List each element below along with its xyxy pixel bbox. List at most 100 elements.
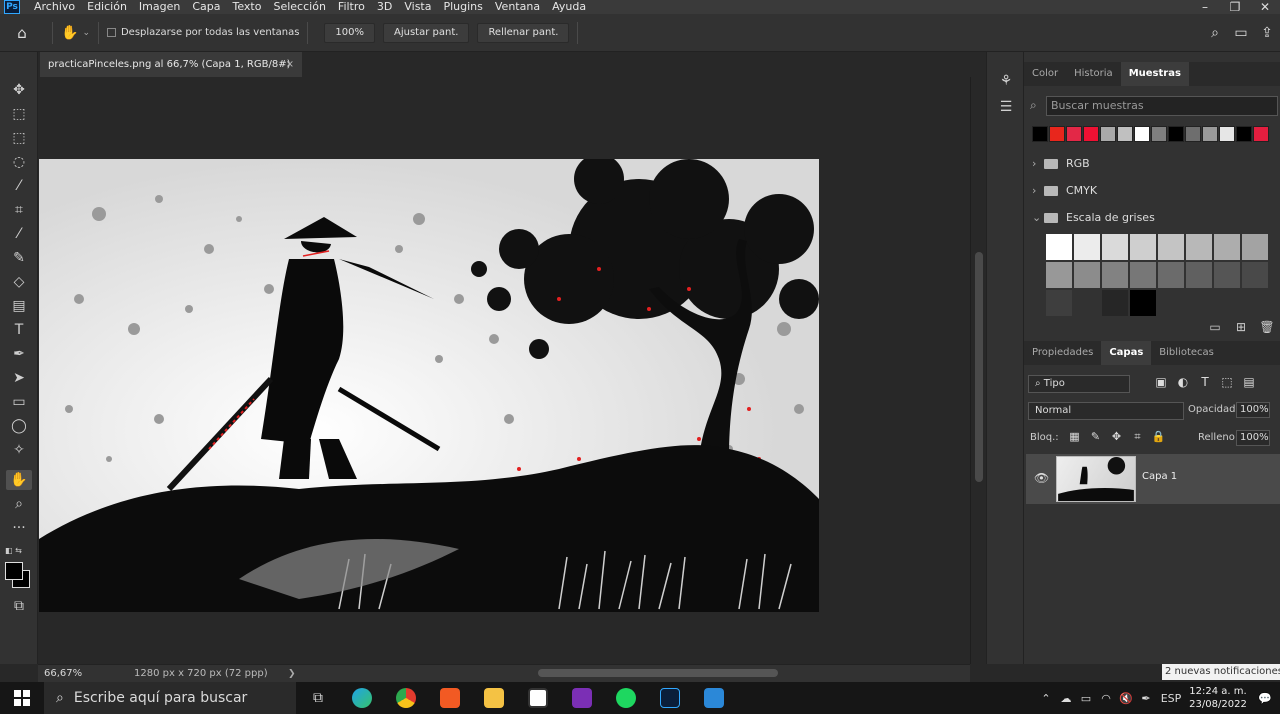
chrome-icon[interactable]	[384, 682, 428, 714]
swatch-search-input[interactable]: Buscar muestras	[1046, 96, 1278, 116]
color-swatch[interactable]	[1134, 126, 1150, 142]
trash-icon[interactable]: 🗑	[1254, 320, 1280, 334]
more-tools-icon[interactable]: ···	[6, 518, 32, 538]
onenote-icon[interactable]	[560, 682, 604, 714]
gradient-tool-icon[interactable]: ▤	[6, 296, 32, 316]
gray-swatch[interactable]	[1214, 262, 1240, 288]
gray-swatch[interactable]	[1158, 262, 1184, 288]
cloud-icon[interactable]: ☁	[1056, 692, 1076, 705]
minimize-icon[interactable]: –	[1190, 0, 1220, 14]
brave-icon[interactable]	[428, 682, 472, 714]
color-swatch[interactable]	[1253, 126, 1269, 142]
clock[interactable]: 12:24 a. m. 23/08/2022	[1186, 685, 1250, 711]
task-view-icon[interactable]: ⧉	[296, 682, 340, 714]
tab-properties[interactable]: Propiedades	[1024, 341, 1101, 365]
menu-filtro[interactable]: Filtro	[332, 0, 371, 14]
workspace-icon[interactable]: ▭	[1228, 25, 1254, 41]
custom-shape-tool-icon[interactable]: ✧	[6, 440, 32, 460]
artwork-image[interactable]	[39, 159, 819, 612]
lock-artboard-icon[interactable]: ⌗	[1127, 430, 1148, 444]
menu-texto[interactable]: Texto	[227, 0, 268, 14]
menu-imagen[interactable]: Imagen	[133, 0, 186, 14]
close-icon[interactable]: ✕	[1250, 0, 1280, 14]
blend-mode-select[interactable]: Normal	[1028, 402, 1184, 420]
color-swatch[interactable]	[1151, 126, 1167, 142]
menu-3d[interactable]: 3D	[371, 0, 398, 14]
color-swatch[interactable]	[1202, 126, 1218, 142]
horizontal-scrollbar[interactable]	[318, 668, 958, 678]
color-swatch[interactable]	[1168, 126, 1184, 142]
windows-start-icon[interactable]	[0, 682, 44, 714]
vertical-scrollbar-thumb[interactable]	[975, 252, 983, 482]
menu-seleccion[interactable]: Selección	[267, 0, 331, 14]
menu-capa[interactable]: Capa	[186, 0, 226, 14]
new-swatch-icon[interactable]: ⊞	[1228, 320, 1254, 334]
tab-swatches[interactable]: Muestras	[1120, 62, 1189, 86]
move-tool-icon[interactable]: ✥	[6, 80, 32, 100]
gray-swatch[interactable]	[1102, 262, 1128, 288]
spotify-icon[interactable]	[604, 682, 648, 714]
artboard-tool-icon[interactable]: ⬚	[6, 104, 32, 124]
gray-swatch[interactable]	[1130, 262, 1156, 288]
rectangle-tool-icon[interactable]: ▭	[6, 392, 32, 412]
taskbar-search-input[interactable]: ⌕ Escribe aquí para buscar	[44, 682, 296, 714]
gray-swatch[interactable]	[1074, 234, 1100, 260]
menu-plugins[interactable]: Plugins	[437, 0, 488, 14]
gray-swatch[interactable]	[1074, 262, 1100, 288]
default-colors-icon[interactable]: ◧ ⇆	[5, 546, 22, 555]
menu-edicion[interactable]: Edición	[81, 0, 133, 14]
horizontal-scrollbar-thumb[interactable]	[538, 669, 778, 677]
photoshop-taskbar-icon[interactable]	[648, 682, 692, 714]
path-selection-tool-icon[interactable]: ➤	[6, 368, 32, 388]
zoom-level[interactable]: 66,67%	[38, 668, 108, 679]
color-swatch[interactable]	[1049, 126, 1065, 142]
gray-swatch[interactable]	[1186, 262, 1212, 288]
gray-swatch[interactable]	[1130, 234, 1156, 260]
gray-swatch[interactable]	[1046, 262, 1072, 288]
lock-position-icon[interactable]: ✥	[1106, 430, 1127, 444]
adjustment-filter-icon[interactable]: ◐	[1172, 375, 1194, 389]
hand-tool-icon[interactable]: ✋	[61, 25, 78, 41]
swatch-group-cmyk[interactable]: › CMYK	[1032, 180, 1272, 202]
zoom-100-button[interactable]: 100%	[324, 22, 376, 43]
new-group-icon[interactable]: ▭	[1202, 320, 1228, 334]
brush-tool-icon[interactable]: ✎	[6, 248, 32, 268]
canvas-area[interactable]	[38, 77, 970, 664]
gray-swatch[interactable]	[1074, 290, 1100, 316]
color-swatch[interactable]	[1219, 126, 1235, 142]
menu-ayuda[interactable]: Ayuda	[546, 0, 592, 14]
tab-libraries[interactable]: Bibliotecas	[1151, 341, 1222, 365]
gray-swatch[interactable]	[1046, 290, 1072, 316]
magic-wand-tool-icon[interactable]: ⁄	[6, 176, 32, 196]
vertical-scrollbar[interactable]	[970, 77, 986, 664]
type-filter-icon[interactable]: T	[1194, 375, 1216, 389]
color-swatch[interactable]	[1083, 126, 1099, 142]
marquee-tool-icon[interactable]: ⬚	[6, 128, 32, 148]
color-swatch[interactable]	[1117, 126, 1133, 142]
gray-swatch[interactable]	[1242, 234, 1268, 260]
layer-name[interactable]: Capa 1	[1142, 471, 1177, 482]
pen-tool-icon[interactable]: ✒	[6, 344, 32, 364]
notifications-icon[interactable]: 💬	[1250, 692, 1280, 705]
crop-tool-icon[interactable]: ⌗	[6, 200, 32, 220]
chevron-up-icon[interactable]: ⌃	[1036, 692, 1056, 705]
color-swatch[interactable]	[1032, 126, 1048, 142]
gray-swatch[interactable]	[1102, 290, 1128, 316]
tab-history[interactable]: Historia	[1066, 62, 1121, 86]
swatch-group-grayscale[interactable]: ⌄ Escala de grises	[1032, 207, 1272, 229]
shape-filter-icon[interactable]: ⬚	[1216, 375, 1238, 389]
file-explorer-icon[interactable]	[472, 682, 516, 714]
home-icon[interactable]: ⌂	[0, 24, 44, 42]
gray-swatch[interactable]	[1186, 234, 1212, 260]
ellipse-tool-icon[interactable]: ◯	[6, 416, 32, 436]
adjustments-icon[interactable]: ☰	[994, 96, 1018, 118]
menu-vista[interactable]: Vista	[398, 0, 437, 14]
tab-color[interactable]: Color	[1024, 62, 1066, 86]
tab-layers[interactable]: Capas	[1101, 341, 1152, 365]
opacity-input[interactable]: 100%	[1236, 402, 1270, 418]
scroll-all-checkbox[interactable]	[106, 28, 116, 37]
menu-ventana[interactable]: Ventana	[489, 0, 546, 14]
lock-all-icon[interactable]: 🔒	[1148, 430, 1169, 444]
fill-screen-button[interactable]: Rellenar pant.	[477, 22, 570, 43]
pen-app-icon[interactable]	[692, 682, 736, 714]
